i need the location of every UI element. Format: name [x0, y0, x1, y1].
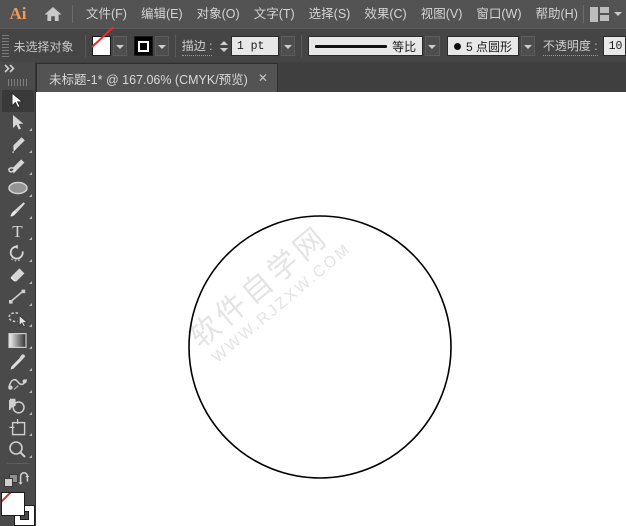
control-options-bar: 未选择对象 描边 : 1 pt 等比 5 点圆形 不透明度 [0, 28, 626, 64]
document-tab-bar: 未标题-1* @ 167.06% (CMYK/预览) ✕ [0, 62, 626, 93]
menu-item-view[interactable]: 视图(V) [414, 0, 470, 28]
document-tab-title: 未标题-1* @ 167.06% (CMYK/预览) [49, 69, 248, 88]
control-bar-drag-handle[interactable] [2, 35, 9, 57]
brush-definition-label: 5 点圆形 [466, 38, 512, 55]
menu-item-select[interactable]: 选择(S) [302, 0, 358, 28]
swap-row [0, 472, 36, 490]
menu-divider [72, 5, 73, 23]
brush-preview-icon [454, 43, 461, 50]
ellipse-tool[interactable] [2, 177, 34, 199]
stroke-weight-dropdown-icon[interactable] [281, 36, 295, 56]
vector-shape-layer [36, 92, 626, 526]
divider [85, 35, 86, 57]
eyedropper-tool[interactable] [2, 351, 34, 373]
zoom-tool[interactable] [2, 438, 34, 460]
fill-dropdown-icon[interactable] [113, 36, 127, 56]
lasso-select-tool[interactable] [2, 308, 34, 330]
svg-text:T: T [12, 222, 23, 240]
app-logo-icon: Ai [0, 0, 36, 28]
tools-bottom-group [0, 469, 36, 526]
opacity-input[interactable]: 10 [603, 36, 626, 56]
stroke-weight-label[interactable]: 描边 : [182, 37, 213, 56]
eraser-tool[interactable] [2, 264, 34, 286]
tools-panel: T [0, 62, 36, 526]
shape-builder-tool[interactable] [2, 395, 34, 417]
selection-status-label: 未选择对象 [13, 38, 73, 55]
menu-divider-right [583, 5, 584, 23]
chevron-down-icon[interactable] [614, 12, 622, 16]
stroke-weight-stepper[interactable] [219, 36, 230, 56]
menu-item-list: 文件(F) 编辑(E) 对象(O) 文字(T) 选择(S) 效果(C) 视图(V… [79, 0, 585, 28]
menu-item-help[interactable]: 帮助(H) [529, 0, 585, 28]
stroke-dropdown-icon[interactable] [155, 36, 169, 56]
fill-stroke-indicator[interactable] [1, 492, 35, 526]
menu-item-file[interactable]: 文件(F) [79, 0, 134, 28]
fill-swatch[interactable] [92, 36, 111, 56]
menubar-right-group [581, 0, 622, 28]
double-chevron-right-icon[interactable] [0, 62, 36, 76]
stroke-weight-input[interactable]: 1 pt [231, 36, 279, 56]
menu-item-object[interactable]: 对象(O) [190, 0, 247, 28]
stroke-swatch[interactable] [134, 36, 153, 56]
menu-item-effect[interactable]: 效果(C) [357, 0, 413, 28]
menu-item-window[interactable]: 窗口(W) [469, 0, 528, 28]
brush-definition-field[interactable]: 5 点圆形 [447, 36, 519, 56]
stroke-profile-preview-icon [315, 45, 387, 48]
illustrator-window: Ai 文件(F) 编辑(E) 对象(O) 文字(T) 选择(S) 效果(C) 视… [0, 0, 626, 526]
blend-tool[interactable] [2, 373, 34, 395]
artboard-canvas[interactable]: 软件自学网 WWW.RJZXW.COM [36, 92, 626, 526]
menu-item-edit[interactable]: 编辑(E) [134, 0, 190, 28]
brush-definition-dropdown-icon[interactable] [521, 36, 535, 56]
menu-bar: Ai 文件(F) 编辑(E) 对象(O) 文字(T) 选择(S) 效果(C) 视… [0, 0, 626, 28]
artboard-tool[interactable] [2, 417, 34, 439]
type-tool[interactable]: T [2, 221, 34, 243]
swap-arrow-icon[interactable] [18, 472, 32, 490]
toolbar-fill-swatch[interactable] [1, 492, 25, 516]
rotate-tool[interactable] [2, 242, 34, 264]
stroke-profile-field[interactable]: 等比 [308, 36, 423, 56]
tools-divider [7, 463, 29, 464]
divider [301, 35, 302, 57]
opacity-label[interactable]: 不透明度 : [543, 37, 598, 56]
stroke-profile-label: 等比 [392, 38, 416, 55]
pen-tool[interactable] [2, 133, 34, 155]
home-icon[interactable] [36, 0, 70, 28]
gradient-tool[interactable] [2, 329, 34, 351]
selection-tool[interactable] [2, 90, 34, 112]
divider [175, 35, 176, 57]
workspace-layout-icon[interactable] [590, 7, 609, 22]
curvature-tool[interactable] [2, 155, 34, 177]
menu-item-type[interactable]: 文字(T) [247, 0, 302, 28]
close-icon[interactable]: ✕ [258, 72, 268, 84]
stroke-profile-dropdown-icon[interactable] [425, 36, 439, 56]
circle-path[interactable] [189, 216, 451, 478]
scale-tool[interactable] [2, 286, 34, 308]
direct-selection-tool[interactable] [2, 112, 34, 134]
tools-panel-drag-handle[interactable] [8, 79, 28, 86]
drawing-mode-icon[interactable] [4, 474, 18, 489]
paintbrush-tool[interactable] [2, 199, 34, 221]
document-tab[interactable]: 未标题-1* @ 167.06% (CMYK/预览) ✕ [36, 63, 278, 92]
